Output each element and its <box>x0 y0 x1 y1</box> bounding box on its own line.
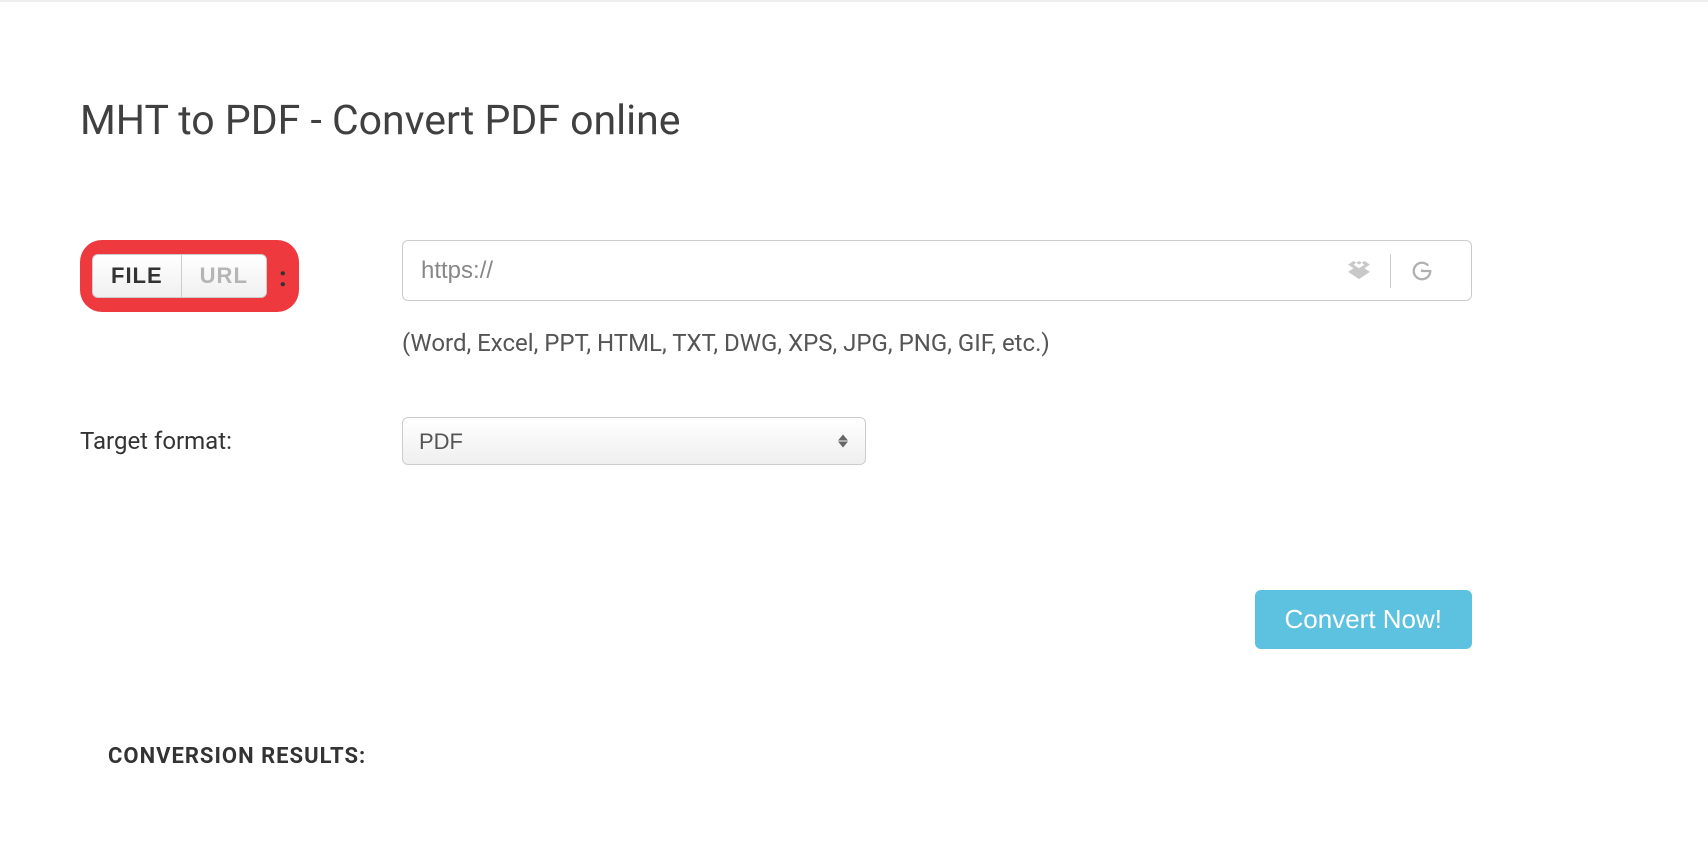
url-input[interactable] <box>421 257 1328 285</box>
source-toggle-group: FILE URL <box>92 254 267 298</box>
target-format-select[interactable]: PDF <box>402 417 866 465</box>
target-format-row: Target format: PDF <box>80 417 1628 465</box>
file-types-hint: (Word, Excel, PPT, HTML, TXT, DWG, XPS, … <box>402 329 1472 357</box>
file-url-highlight: FILE URL : <box>80 240 299 312</box>
google-icon <box>1411 260 1433 282</box>
source-label-col: FILE URL : <box>80 240 402 312</box>
convert-row: Convert Now! <box>80 590 1472 649</box>
target-format-select-wrap: PDF <box>402 417 866 465</box>
file-tab-button[interactable]: FILE <box>93 255 181 297</box>
source-colon: : <box>279 260 287 293</box>
target-format-label: Target format: <box>80 427 402 455</box>
dropbox-button[interactable] <box>1328 253 1390 289</box>
source-input-col: (Word, Excel, PPT, HTML, TXT, DWG, XPS, … <box>402 240 1472 357</box>
google-drive-button[interactable] <box>1391 253 1453 289</box>
page-title: MHT to PDF - Convert PDF online <box>80 97 1628 145</box>
convert-now-button[interactable]: Convert Now! <box>1255 590 1473 649</box>
conversion-results-heading: CONVERSION RESULTS: <box>108 744 1628 769</box>
input-icons <box>1328 253 1453 289</box>
dropbox-icon <box>1348 261 1370 281</box>
source-row: FILE URL : <box>80 240 1628 357</box>
main-content: MHT to PDF - Convert PDF online FILE URL… <box>0 2 1708 769</box>
url-tab-button[interactable]: URL <box>181 255 266 297</box>
url-input-wrap <box>402 240 1472 301</box>
top-border <box>0 0 1708 2</box>
